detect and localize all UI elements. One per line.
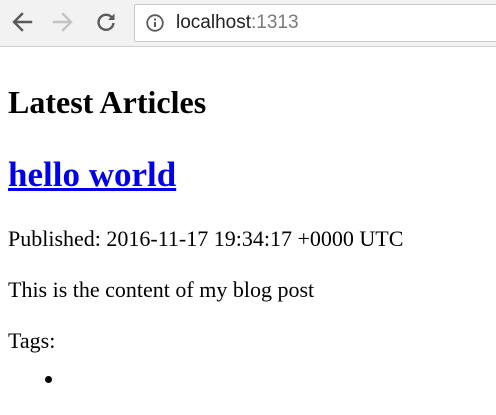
url-text: localhost:1313 [176,12,299,34]
article-body: This is the content of my blog post [8,277,315,302]
published-date: Published: 2016-11-17 19:34:17 +0000 UTC [8,226,404,251]
tags-label: Tags: [8,328,56,353]
url-port: :1313 [251,12,299,33]
forward-button[interactable] [48,7,78,37]
forward-arrow-icon [52,12,73,32]
reload-icon [97,13,115,31]
list-bullet [45,376,52,383]
url-host: localhost [176,12,251,33]
article-title-link[interactable]: hello world [8,155,176,194]
back-button[interactable] [7,7,37,37]
address-bar[interactable]: localhost:1313 [134,4,496,42]
back-arrow-icon [12,12,33,32]
browser-toolbar: localhost:1313 [0,0,496,47]
article-title: hello world [8,156,176,194]
page-title: Latest Articles [8,84,207,120]
info-icon[interactable] [146,14,164,32]
reload-button[interactable] [91,7,121,37]
